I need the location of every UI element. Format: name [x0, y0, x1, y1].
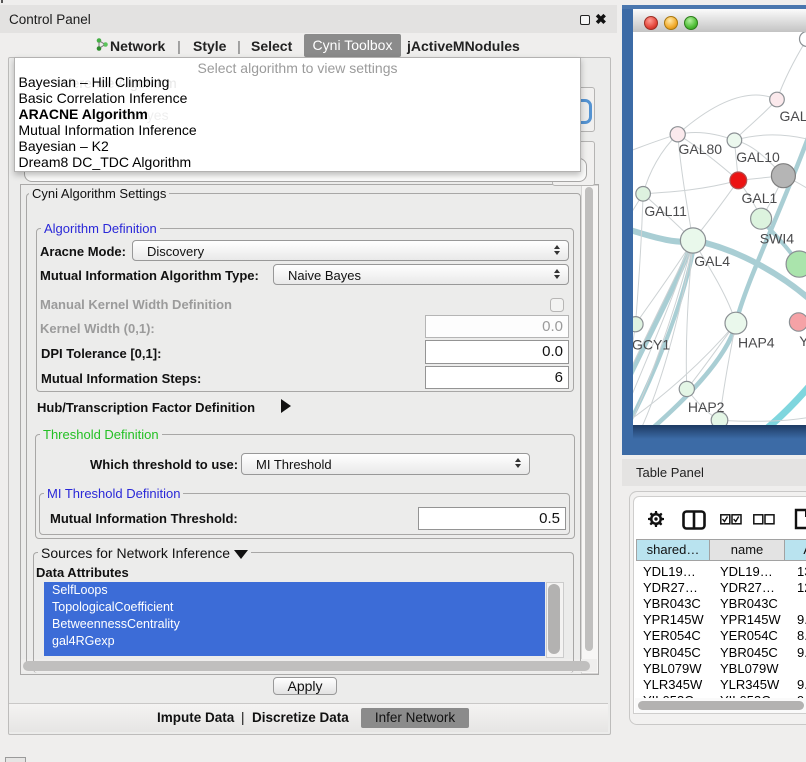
svg-text:GAL10: GAL10: [736, 149, 780, 165]
svg-text:GCY1: GCY1: [633, 337, 670, 353]
svg-text:GAL11: GAL11: [644, 203, 687, 219]
svg-text:HAP4: HAP4: [738, 335, 775, 351]
svg-text:SWI4: SWI4: [760, 231, 794, 247]
svg-text:GAL80: GAL80: [679, 141, 723, 157]
svg-text:GAL1: GAL1: [742, 190, 778, 206]
svg-text:HAP2: HAP2: [688, 399, 725, 415]
svg-text:GAL4: GAL4: [694, 253, 730, 269]
svg-text:Y: Y: [799, 333, 806, 349]
svg-text:GAL7: GAL7: [780, 108, 806, 124]
